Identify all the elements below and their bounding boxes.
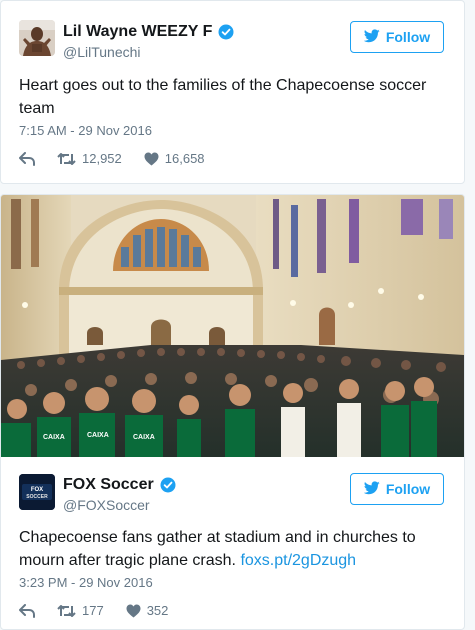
handle[interactable]: @FOXSoccer (63, 497, 150, 513)
tweet-text: Chapecoense fans gather at stadium and i… (19, 526, 444, 572)
reply-action[interactable] (19, 151, 35, 166)
follow-button-label: Follow (385, 29, 431, 45)
reply-icon (19, 151, 35, 166)
twitter-bird-icon (363, 480, 380, 498)
tweet-actions: 12,952 16,658 (19, 151, 227, 166)
display-name[interactable]: FOX Soccer (63, 476, 176, 494)
retweet-count: 12,952 (82, 151, 122, 166)
verified-badge-icon (160, 477, 176, 493)
tweet-card-liltunechi: Lil Wayne WEEZY F @LilTunechi Follow Hea… (0, 0, 465, 184)
retweet-icon (57, 604, 76, 618)
display-name[interactable]: Lil Wayne WEEZY F (63, 23, 234, 41)
like-action[interactable]: 16,658 (144, 151, 205, 166)
tweet-link[interactable]: foxs.pt/2gDzugh (240, 552, 356, 569)
retweet-count: 177 (82, 603, 104, 618)
reply-action[interactable] (19, 603, 35, 618)
tweet-timestamp[interactable]: 7:15 AM - 29 Nov 2016 (19, 123, 152, 138)
svg-text:CAIXA: CAIXA (87, 432, 109, 439)
twitter-bird-icon (363, 28, 380, 46)
follow-button[interactable]: Follow (350, 21, 444, 53)
handle[interactable]: @LilTunechi (63, 44, 141, 60)
avatar-foxsoccer[interactable]: FOX SOCCER (19, 474, 55, 510)
retweet-icon (57, 152, 76, 166)
retweet-action[interactable]: 12,952 (57, 151, 122, 166)
tweet-timestamp[interactable]: 3:23 PM - 29 Nov 2016 (19, 575, 153, 590)
follow-button[interactable]: Follow (350, 473, 444, 505)
like-count: 352 (146, 603, 169, 618)
tweet-header: FOX SOCCER FOX Soccer @FOXSoccer Follow (1, 457, 464, 517)
heart-icon (126, 604, 141, 618)
tweet-actions: 177 352 (19, 603, 190, 618)
heart-icon (144, 152, 159, 166)
tweet-header: Lil Wayne WEEZY F @LilTunechi Follow (1, 1, 464, 61)
fox-logo-text: FOX (31, 487, 43, 493)
avatar-liltunechi[interactable] (19, 20, 55, 56)
svg-text:CAIXA: CAIXA (133, 434, 155, 441)
display-name-text[interactable]: FOX Soccer (63, 476, 154, 494)
verified-badge-icon (218, 24, 234, 40)
tweet-card-foxsoccer: CAIXA CAIXA CAIXA FOX SOCCER FOX Soccer @F… (0, 194, 465, 630)
reply-icon (19, 603, 35, 618)
like-count: 16,658 (164, 151, 205, 166)
like-action[interactable]: 352 (126, 603, 169, 618)
retweet-action[interactable]: 177 (57, 603, 104, 618)
follow-button-label: Follow (385, 481, 431, 497)
tweet-photo-church-crowd[interactable]: CAIXA CAIXA CAIXA (1, 195, 464, 457)
svg-text:CAIXA: CAIXA (43, 434, 65, 441)
svg-text:SOCCER: SOCCER (26, 494, 48, 500)
tweet-text: Heart goes out to the families of the Ch… (19, 77, 427, 117)
tweet-text-body: Chapecoense fans gather at stadium and i… (19, 529, 416, 569)
display-name-text[interactable]: Lil Wayne WEEZY F (63, 23, 212, 41)
